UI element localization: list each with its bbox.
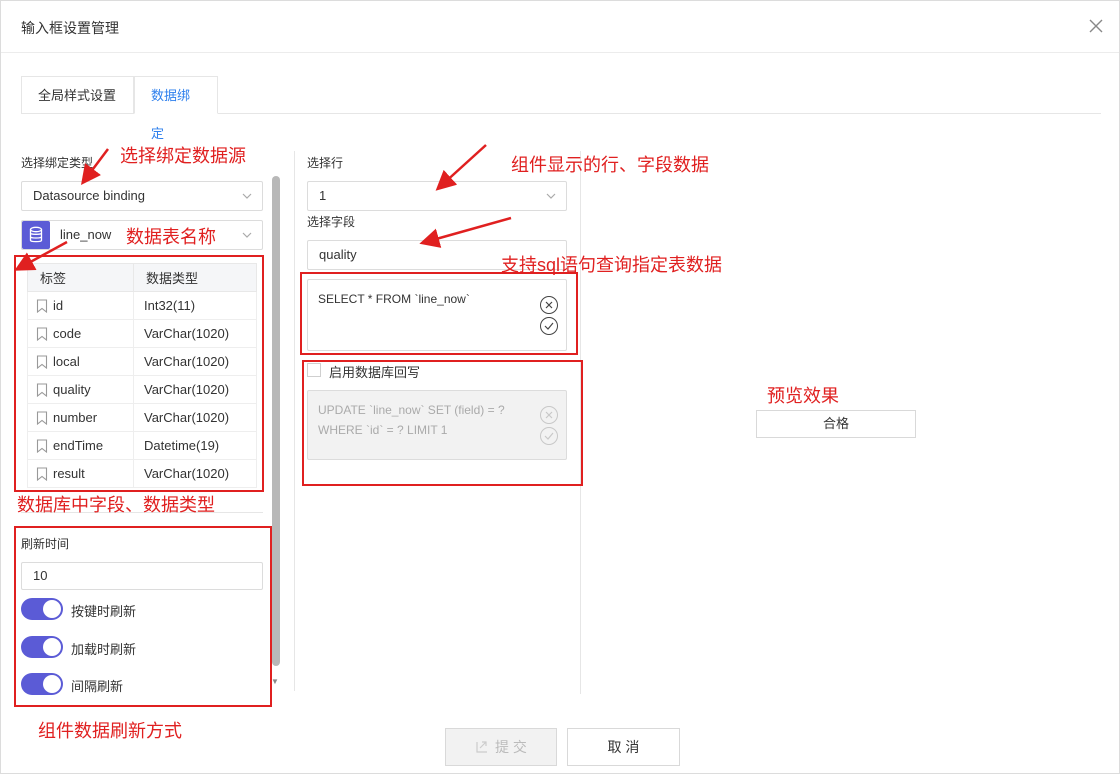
annotation-preview: 预览效果 [767, 386, 839, 406]
submit-button: 提 交 [445, 728, 557, 766]
annotation-refresh-mode: 组件数据刷新方式 [38, 721, 182, 741]
annotation-row-field: 组件显示的行、字段数据 [511, 155, 709, 175]
row-select-value: 1 [319, 188, 327, 203]
chevron-down-icon [242, 232, 252, 238]
chevron-down-icon [546, 193, 556, 199]
scrollbar[interactable] [272, 176, 280, 666]
binding-type-select[interactable]: Datasource binding [21, 181, 263, 211]
annotation-box-sql [300, 272, 578, 355]
preview-button[interactable]: 合格 [756, 410, 916, 438]
cancel-button[interactable]: 取 消 [567, 728, 680, 766]
annotation-box-refresh [14, 526, 272, 707]
annotation-sql-support: 支持sql语句查询指定表数据 [501, 255, 723, 275]
close-icon[interactable] [1085, 15, 1107, 37]
dialog: 输入框设置管理 全局样式设置 数据绑定 选择绑定类型 Datasource bi… [0, 0, 1120, 774]
tab-data-binding[interactable]: 数据绑定 [134, 76, 218, 141]
dialog-title: 输入框设置管理 [21, 20, 119, 36]
submit-icon [476, 741, 488, 753]
annotation-box-writeback [302, 360, 583, 486]
arrow-field [419, 216, 512, 248]
scroll-down-icon[interactable]: ▼ [271, 677, 279, 686]
divider [294, 151, 295, 691]
arrow-row [435, 144, 487, 191]
annotation-fields-types: 数据库中字段、数据类型 [17, 495, 215, 515]
tab-global-style[interactable]: 全局样式设置 [21, 76, 134, 114]
database-icon [22, 221, 50, 249]
close-button[interactable] [1085, 15, 1107, 37]
field-select-label: 选择字段 [307, 215, 356, 229]
annotation-datasource: 选择绑定数据源 [120, 146, 246, 166]
field-select-value: quality [319, 247, 357, 262]
tab-bar: 全局样式设置 数据绑定 [21, 76, 1101, 141]
submit-label: 提 交 [495, 739, 527, 755]
row-select[interactable]: 1 [307, 181, 567, 211]
annotation-table-name: 数据表名称 [126, 227, 216, 247]
binding-type-value: Datasource binding [33, 188, 146, 203]
binding-type-label: 选择绑定类型 [21, 156, 94, 170]
row-select-label: 选择行 [307, 156, 344, 170]
annotation-box-fields [14, 255, 264, 492]
table-name: line_now [60, 227, 112, 242]
dialog-header: 输入框设置管理 [1, 1, 1119, 53]
chevron-down-icon [242, 193, 252, 199]
